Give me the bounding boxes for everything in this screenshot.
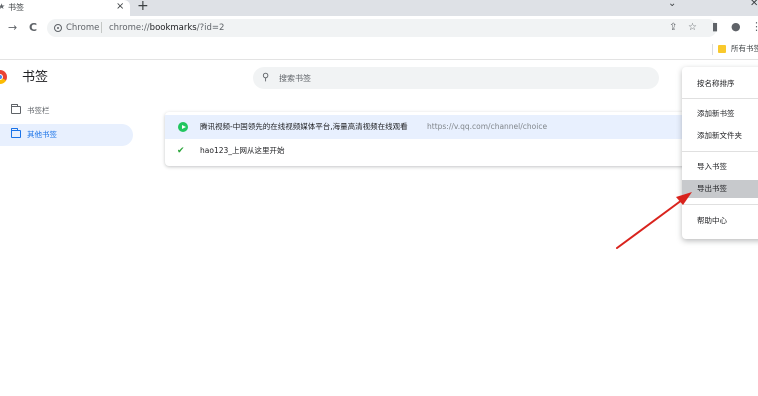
url-scheme: chrome:// (109, 23, 150, 33)
menu-item-label: 导入书签 (697, 162, 727, 171)
address-bar[interactable]: Chrome chrome://bookmarks/?id=2 ⇪ ☆ (47, 19, 717, 37)
menu-item-label: 添加新书签 (697, 109, 735, 118)
address-url[interactable]: chrome://bookmarks/?id=2 (109, 22, 224, 34)
menu-item-label: 添加新文件夹 (697, 131, 742, 140)
forward-icon[interactable]: → (8, 21, 17, 35)
bookmark-star-icon: ★ (0, 2, 6, 11)
menu-item-add-bookmark[interactable]: 添加新书签 (682, 105, 758, 123)
bookmark-row[interactable]: 腾讯视频-中国领先的在线视频媒体平台,海量高清视频在线观看 https://v.… (165, 115, 758, 139)
reload-icon[interactable]: C (29, 21, 37, 35)
bookmark-star-button[interactable]: ☆ (688, 21, 697, 34)
menu-item-export-bookmarks[interactable]: 导出书签 (682, 180, 758, 198)
search-icon: ⚲ (262, 72, 270, 83)
bookmark-url: https://v.qq.com/channel/choice (427, 122, 548, 131)
bookmark-list: 腾讯视频-中国领先的在线视频媒体平台,海量高清视频在线观看 https://v.… (165, 112, 758, 166)
bookmarks-bar: 所有书签 (0, 40, 758, 60)
url-query: /?id=2 (196, 23, 225, 33)
minimize-icon[interactable]: ⌄ (668, 0, 676, 9)
share-icon[interactable]: ⇪ (669, 21, 677, 34)
site-info-icon[interactable] (54, 24, 62, 32)
organize-menu: 按名称排序 添加新书签 添加新文件夹 导入书签 导出书签 帮助中心 (682, 67, 758, 239)
sidebar-item-other-bookmarks[interactable]: 其他书签 (0, 124, 133, 146)
all-bookmarks-button[interactable]: 所有书签 (731, 44, 758, 54)
menu-item-sort-by-name[interactable]: 按名称排序 (682, 75, 758, 93)
bookmark-row[interactable]: ✔ hao123_上网从这里开始 (165, 139, 758, 163)
menu-divider (682, 98, 758, 99)
toolbar: → C Chrome chrome://bookmarks/?id=2 ⇪ ☆ … (0, 16, 758, 40)
chrome-menu-icon[interactable]: ⋮ (751, 20, 758, 34)
tab-title: 书签 (8, 3, 24, 12)
site-label: Chrome (66, 23, 100, 33)
tab-close-icon[interactable]: × (116, 1, 124, 13)
tencent-video-icon (178, 122, 188, 132)
menu-item-label: 帮助中心 (697, 216, 727, 225)
new-tab-button[interactable]: + (137, 0, 149, 14)
folder-icon (11, 128, 21, 138)
page-title: 书签 (22, 70, 49, 85)
bookmark-title: 腾讯视频-中国领先的在线视频媒体平台,海量高清视频在线观看 (200, 122, 408, 131)
sidebar-item-label: 其他书签 (27, 130, 57, 139)
menu-item-help-center[interactable]: 帮助中心 (682, 212, 758, 230)
folder-icon (11, 104, 21, 114)
menu-item-label: 按名称排序 (697, 79, 735, 88)
menu-divider (682, 204, 758, 205)
search-input[interactable] (279, 70, 639, 86)
tab-bookmarks[interactable]: ★ 书签 × (0, 0, 130, 16)
tab-strip: ★ 书签 × + ⌄ ✕ (0, 0, 758, 16)
profile-icon[interactable]: ● (731, 20, 741, 34)
hao123-icon: ✔ (177, 146, 185, 156)
url-path: bookmarks (149, 23, 197, 33)
side-panel-icon[interactable]: ▮ (712, 20, 718, 34)
chrome-logo-icon (0, 70, 7, 84)
search-box[interactable]: ⚲ (253, 67, 659, 89)
folder-icon (718, 45, 726, 53)
close-window-icon[interactable]: ✕ (750, 0, 758, 9)
menu-item-import-bookmarks[interactable]: 导入书签 (682, 158, 758, 176)
bookmarks-bar-divider (712, 44, 713, 55)
sidebar-item-label: 书签栏 (27, 106, 50, 115)
address-divider (101, 22, 102, 33)
menu-divider (682, 151, 758, 152)
menu-item-add-folder[interactable]: 添加新文件夹 (682, 127, 758, 145)
menu-item-label: 导出书签 (697, 184, 727, 193)
sidebar-item-bookmarks-bar[interactable]: 书签栏 (0, 100, 133, 122)
bookmark-title: hao123_上网从这里开始 (200, 146, 285, 155)
